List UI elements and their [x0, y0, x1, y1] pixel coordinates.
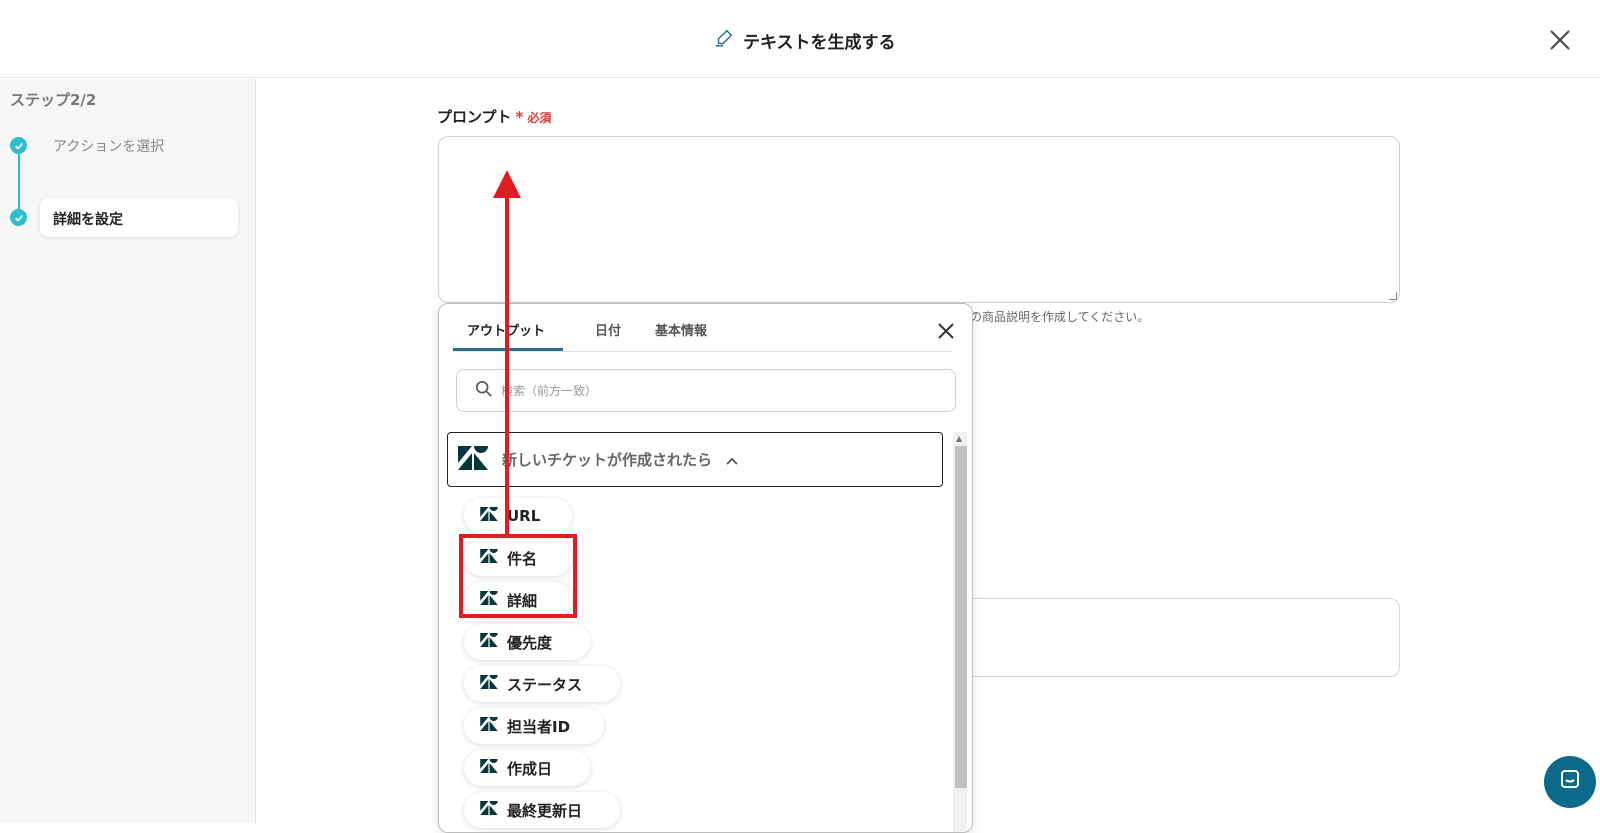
- active-tab-underline: [453, 348, 563, 351]
- tab-output[interactable]: アウトプット: [467, 320, 545, 339]
- pen-icon: [713, 27, 735, 54]
- chip-label: URL: [507, 507, 541, 525]
- output-chip-priority[interactable]: 優先度: [464, 624, 590, 660]
- modal-title-text: テキストを生成する: [743, 32, 896, 53]
- sidebar-step-detail-settings[interactable]: 詳細を設定: [40, 198, 238, 237]
- check-icon: [10, 137, 27, 154]
- group-title: 新しいチケットが作成されたら: [502, 451, 713, 469]
- timeline-line: [18, 145, 20, 217]
- output-chip-status[interactable]: ステータス: [464, 666, 620, 702]
- second-input-field[interactable]: [950, 598, 1400, 677]
- chip-label: 作成日: [507, 759, 553, 778]
- chip-label: 担当者ID: [507, 717, 571, 736]
- zendesk-logo-icon: [480, 633, 498, 651]
- resize-grip-icon[interactable]: [1389, 292, 1397, 300]
- prompt-label: プロンプト * 必須: [437, 106, 551, 127]
- annotation-highlight-box: [459, 534, 577, 618]
- prompt-label-text: プロンプト: [437, 108, 512, 126]
- output-chip-url[interactable]: URL: [464, 498, 572, 534]
- trigger-group-header[interactable]: 新しいチケットが作成されたら: [447, 432, 943, 487]
- prompt-helper-text: の商品説明を作成してください。: [970, 310, 1150, 324]
- chip-label: ステータス: [507, 675, 583, 694]
- output-chip-created-at[interactable]: 作成日: [464, 750, 590, 786]
- chip-label: 優先度: [507, 633, 553, 652]
- search-input[interactable]: [501, 383, 921, 398]
- close-icon[interactable]: [1548, 28, 1572, 52]
- zendesk-logo-icon: [480, 717, 498, 735]
- step-counter: ステップ2/2: [10, 91, 97, 109]
- sidebar-step-select-action[interactable]: アクションを選択: [53, 136, 164, 156]
- zendesk-logo-icon: [458, 445, 488, 474]
- required-star: *: [515, 108, 524, 126]
- zendesk-logo-icon: [480, 507, 498, 525]
- search-icon: [475, 380, 493, 402]
- modal-title: テキストを生成する: [713, 27, 896, 54]
- chip-label: 最終更新日: [507, 801, 583, 820]
- popup-close-icon[interactable]: [936, 321, 956, 341]
- check-icon: [10, 209, 27, 226]
- required-badge: 必須: [527, 111, 552, 125]
- search-box: [456, 369, 956, 412]
- zendesk-logo-icon: [480, 675, 498, 693]
- zendesk-logo-icon: [480, 759, 498, 777]
- modal-header: テキストを生成する: [0, 0, 1600, 78]
- tab-basic-info[interactable]: 基本情報: [655, 320, 707, 339]
- zendesk-logo-icon: [480, 801, 498, 819]
- scroll-up-arrow-icon[interactable]: ▲: [956, 434, 962, 443]
- tab-date[interactable]: 日付: [595, 320, 621, 339]
- chat-support-button[interactable]: [1544, 756, 1596, 808]
- output-chip-assignee-id[interactable]: 担当者ID: [464, 708, 604, 744]
- popup-tabs: アウトプット 日付 基本情報: [453, 304, 953, 352]
- chevron-up-icon: [726, 450, 738, 469]
- sidebar: ステップ2/2 アクションを選択 詳細を設定: [0, 79, 256, 823]
- scrollbar-thumb[interactable]: [955, 446, 967, 788]
- chat-icon: [1558, 768, 1582, 796]
- prompt-textarea[interactable]: [438, 136, 1400, 303]
